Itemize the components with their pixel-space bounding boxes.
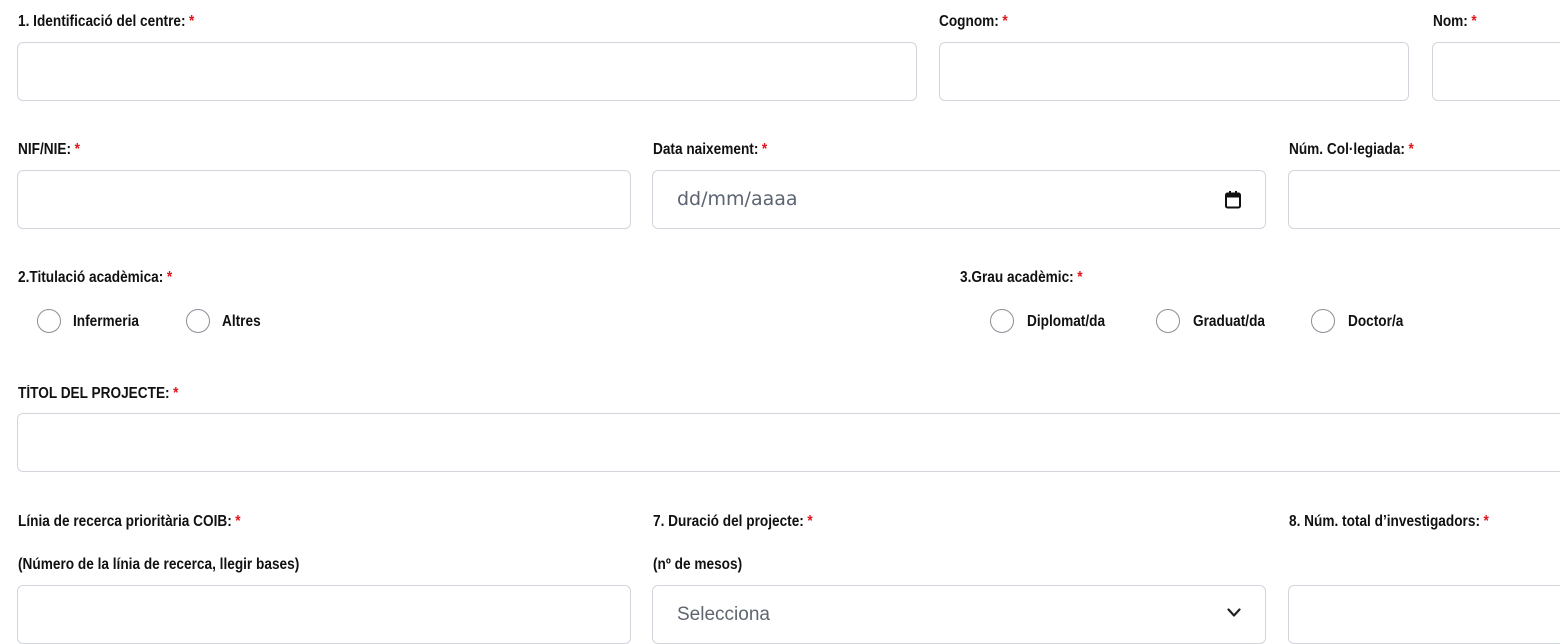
titol-label: TÍTOL DEL PROJECTE: * bbox=[18, 385, 179, 402]
nom-label: Nom: * bbox=[1433, 13, 1477, 30]
required-mark: * bbox=[1077, 269, 1083, 286]
required-mark: * bbox=[1408, 141, 1414, 158]
required-mark: * bbox=[235, 513, 241, 530]
required-mark: * bbox=[1483, 513, 1489, 530]
nom-input[interactable] bbox=[1432, 42, 1560, 101]
radio-graduat-label: Graduat/da bbox=[1193, 313, 1266, 330]
calendar-icon[interactable] bbox=[1225, 191, 1241, 209]
radio-graduat[interactable] bbox=[1156, 309, 1180, 333]
num-colegiada-label: Núm. Col·legiada: * bbox=[1289, 141, 1414, 158]
data-naixement-label: Data naixement: * bbox=[653, 141, 768, 158]
centre-label: 1. Identificació del centre: * bbox=[18, 13, 195, 30]
required-mark: * bbox=[807, 513, 813, 530]
required-mark: * bbox=[761, 141, 768, 158]
num-investigadors-label: 8. Núm. total d’investigadors: * bbox=[1289, 513, 1489, 530]
radio-doctor[interactable] bbox=[1311, 309, 1335, 333]
required-mark: * bbox=[166, 269, 173, 286]
required-mark: * bbox=[74, 141, 80, 158]
num-investigadors-input[interactable] bbox=[1288, 585, 1560, 644]
linia-label: Línia de recerca prioritària COIB: * bbox=[18, 513, 241, 530]
nif-input[interactable] bbox=[17, 170, 631, 229]
radio-altres[interactable] bbox=[186, 309, 210, 333]
centre-input[interactable] bbox=[17, 42, 917, 101]
required-mark: * bbox=[173, 385, 179, 402]
radio-infermeria-label: Infermeria bbox=[73, 313, 139, 330]
radio-diplomat[interactable] bbox=[990, 309, 1014, 333]
linia-input[interactable] bbox=[17, 585, 631, 644]
data-naixement-placeholder: dd/mm/aaaa bbox=[677, 188, 798, 210]
titulacio-label: 2.Titulació acadèmica: * bbox=[18, 269, 173, 286]
duracio-select[interactable]: Selecciona bbox=[652, 585, 1266, 644]
radio-doctor-label: Doctor/a bbox=[1348, 313, 1404, 330]
required-mark: * bbox=[189, 13, 195, 30]
radio-infermeria[interactable] bbox=[37, 309, 61, 333]
duracio-selected-value: Selecciona bbox=[677, 604, 770, 625]
cognom-label: Cognom: * bbox=[939, 13, 1008, 30]
radio-diplomat-label: Diplomat/da bbox=[1027, 313, 1106, 330]
chevron-down-icon bbox=[1227, 608, 1241, 617]
linia-hint: (Número de la línia de recerca, llegir b… bbox=[18, 556, 300, 573]
required-mark: * bbox=[1002, 13, 1008, 30]
num-colegiada-input[interactable] bbox=[1288, 170, 1560, 229]
required-mark: * bbox=[1471, 13, 1477, 30]
data-naixement-input[interactable]: dd/mm/aaaa bbox=[652, 170, 1266, 229]
duracio-hint: (nº de mesos) bbox=[653, 556, 743, 573]
duracio-label: 7. Duració del projecte: * bbox=[653, 513, 813, 530]
nif-label: NIF/NIE: * bbox=[18, 141, 80, 158]
titol-input[interactable] bbox=[17, 413, 1560, 472]
radio-altres-label: Altres bbox=[222, 313, 261, 330]
cognom-input[interactable] bbox=[939, 42, 1409, 101]
grau-label: 3.Grau acadèmic: * bbox=[960, 269, 1083, 286]
